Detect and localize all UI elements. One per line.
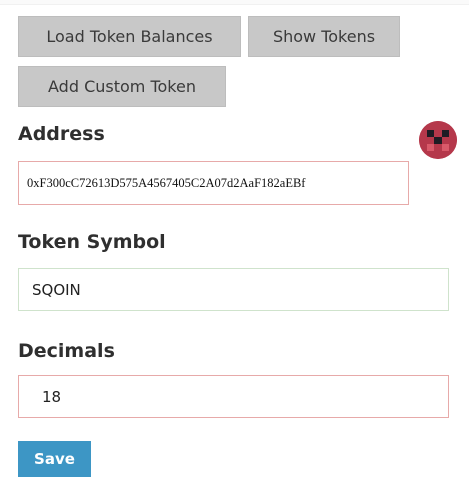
token-symbol-label: Token Symbol (18, 231, 166, 253)
decimals-label: Decimals (18, 340, 115, 362)
identicon-graphic (419, 121, 457, 159)
decimals-input[interactable]: 18 (18, 375, 449, 418)
identicon-icon (419, 121, 457, 159)
address-input[interactable]: 0xF300cC72613D575A4567405C2A07d2AaF182aE… (18, 161, 409, 205)
add-custom-token-button[interactable]: Add Custom Token (18, 66, 226, 107)
show-tokens-button[interactable]: Show Tokens (248, 16, 400, 57)
token-symbol-input[interactable]: SQOIN (18, 268, 449, 311)
top-divider (0, 0, 469, 5)
address-label: Address (18, 123, 105, 145)
save-button[interactable]: Save (18, 441, 91, 477)
load-token-balances-button[interactable]: Load Token Balances (18, 16, 241, 57)
